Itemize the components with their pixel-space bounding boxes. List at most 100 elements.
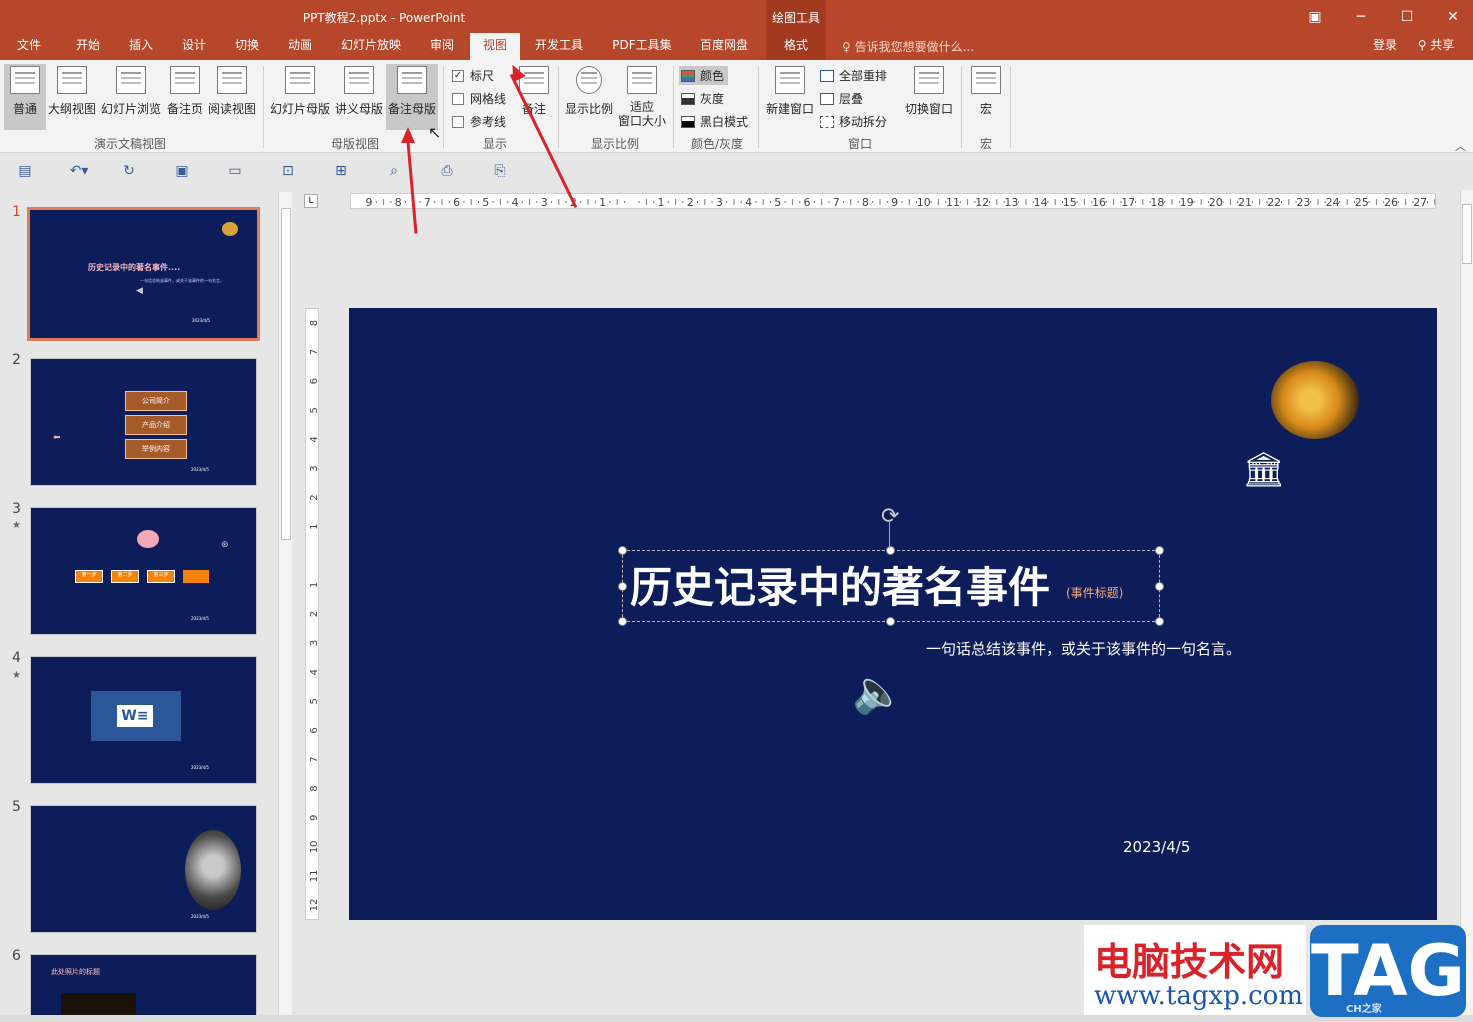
rotate-handle-icon[interactable]: ⟳: [881, 504, 899, 529]
magnifier-icon: [576, 66, 602, 94]
notes-master-button[interactable]: 备注母版: [386, 64, 438, 130]
ruler-tick-label: 6: [309, 378, 320, 384]
tell-me-search[interactable]: ♀ 告诉我您想要做什么...: [842, 38, 974, 55]
resize-handle[interactable]: [1155, 617, 1164, 626]
editor-scrollbar[interactable]: [1460, 190, 1473, 1015]
share-file-icon[interactable]: ⎘: [491, 163, 509, 179]
checkbox-icon: [452, 92, 464, 105]
group-separator: [758, 66, 759, 148]
share-button[interactable]: ⚲ 共享: [1410, 33, 1462, 60]
resize-handle[interactable]: [618, 582, 627, 591]
slide-thumbnail-6[interactable]: 此处照片的标题: [30, 954, 257, 1022]
slide-sorter-label: 幻灯片浏览: [100, 102, 161, 116]
resize-handle[interactable]: [618, 617, 627, 626]
from-beginning-icon[interactable]: ▣: [173, 163, 191, 179]
resize-handle[interactable]: [1155, 546, 1164, 555]
scrollbar-thumb[interactable]: [1462, 204, 1472, 264]
move-split-button[interactable]: 移动拆分: [820, 113, 887, 130]
column-icon[interactable]: 🏛: [1242, 450, 1285, 490]
guides-checkbox[interactable]: 参考线: [452, 113, 506, 130]
new-window-label: 新建窗口: [765, 102, 814, 116]
tab-slideshow[interactable]: 幻灯片放映: [331, 33, 411, 60]
print-icon[interactable]: ⎙: [438, 163, 456, 179]
tab-baidu-netdisk[interactable]: 百度网盘: [690, 33, 758, 60]
redo-icon[interactable]: ↻: [120, 163, 138, 179]
outline-view-label: 大纲视图: [47, 102, 96, 116]
cascade-button[interactable]: 层叠: [820, 90, 863, 107]
close-icon[interactable]: ✕: [1430, 0, 1473, 33]
tab-view[interactable]: 视图: [470, 33, 520, 60]
save-icon[interactable]: ▤: [16, 163, 34, 179]
vertical-ruler[interactable]: 8 7 6 5 4 3 2 1 1 2 3 4 5 6 7 8 9 10 11 12: [305, 308, 320, 920]
maximize-icon[interactable]: ☐: [1384, 0, 1430, 33]
notes-page-button[interactable]: 备注页: [165, 64, 205, 130]
speaker-icon[interactable]: 🔈: [852, 670, 904, 714]
thumbnails-scrollbar[interactable]: [278, 192, 292, 1018]
leaf-image[interactable]: [1271, 361, 1359, 439]
reading-view-button[interactable]: 阅读视图: [206, 64, 258, 130]
arrange-all-button[interactable]: 全部重排: [820, 67, 887, 84]
ruler-tick-label: 6: [309, 727, 320, 733]
resize-handle[interactable]: [1155, 582, 1164, 591]
slide-subtitle[interactable]: 一句话总结该事件，或关于该事件的一句名言。: [926, 638, 1241, 659]
tab-animations[interactable]: 动画: [276, 33, 324, 60]
normal-view-button[interactable]: 普通: [4, 64, 46, 130]
slide-sorter-button[interactable]: 幻灯片浏览: [99, 64, 163, 130]
resize-handle[interactable]: [886, 617, 895, 626]
ruler-checkbox[interactable]: ✓ 标尺: [452, 67, 494, 84]
scrollbar-thumb[interactable]: [281, 208, 291, 540]
tab-transitions[interactable]: 切换: [223, 33, 271, 60]
resize-handle[interactable]: [618, 546, 627, 555]
slide-date[interactable]: 2023/4/5: [1123, 838, 1190, 856]
outline-view-button[interactable]: 大纲视图: [47, 64, 97, 130]
handout-master-button[interactable]: 讲义母版: [333, 64, 385, 130]
find-icon[interactable]: ⌕: [385, 163, 403, 179]
macros-button[interactable]: 宏: [966, 64, 1006, 130]
minimize-icon[interactable]: ─: [1338, 0, 1384, 33]
slide-thumbnail-4[interactable]: W≡ 2023/4/5: [30, 656, 257, 784]
zoom-button[interactable]: 显示比例: [562, 64, 616, 130]
horizontal-ruler[interactable]: 9876543211234567891011121314151617181920…: [350, 193, 1443, 209]
present-icon[interactable]: ⊞: [332, 163, 350, 179]
thumb-number: 2: [12, 352, 21, 368]
thumb-title: 此处照片的标题: [51, 968, 100, 976]
tab-file[interactable]: 文件: [6, 33, 52, 60]
fit-window-icon: [627, 66, 657, 94]
tab-review[interactable]: 审阅: [418, 33, 466, 60]
tab-design[interactable]: 设计: [170, 33, 218, 60]
black-white-button[interactable]: 黑白模式: [681, 113, 748, 130]
slide-title[interactable]: 历史记录中的著名事件: [630, 554, 1050, 615]
tab-stop-selector[interactable]: L: [304, 194, 318, 208]
new-window-button[interactable]: 新建窗口: [763, 64, 817, 130]
ruler-tick-label: 6: [453, 196, 460, 209]
grayscale-button[interactable]: 灰度: [681, 90, 724, 107]
switch-window-button[interactable]: 切换窗口: [902, 64, 956, 130]
group-label-zoom: 显示比例: [590, 137, 639, 151]
gridlines-checkbox[interactable]: 网格线: [452, 90, 506, 107]
notes-icon: [519, 66, 549, 94]
tag-logo: TAG CH之家: [1310, 925, 1466, 1017]
ruler-ticks: 9876543211234567891011121314151617181920…: [366, 196, 1443, 209]
slide-master-button[interactable]: 幻灯片母版: [268, 64, 332, 130]
slide-thumbnail-5[interactable]: 2023/4/5: [30, 805, 257, 933]
group-label-color: 颜色/灰度: [690, 137, 744, 151]
ruler-tick-label: 6: [804, 196, 811, 209]
slide-thumbnail-2[interactable]: 公司简介 产品介绍 举例内容 ⬅ 2023/4/5: [30, 358, 257, 486]
tab-home[interactable]: 开始: [64, 33, 112, 60]
mouse-cursor-icon: ↖: [428, 123, 442, 142]
tab-insert[interactable]: 插入: [117, 33, 165, 60]
print-preview-icon[interactable]: ⊡: [279, 163, 297, 179]
slide-thumbnail-3[interactable]: 第一步 第二步 第三步 ⊛ 2023/4/5: [30, 507, 257, 635]
tab-pdf-tools[interactable]: PDF工具集: [603, 33, 681, 60]
color-button[interactable]: 颜色: [679, 66, 729, 85]
ribbon-display-icon[interactable]: ▣: [1292, 0, 1338, 33]
fit-to-window-button[interactable]: 适应 窗口大小: [616, 64, 668, 130]
undo-icon[interactable]: ↶▾: [64, 163, 94, 179]
new-slide-icon[interactable]: ▭: [226, 163, 244, 179]
tab-developer[interactable]: 开发工具: [526, 33, 592, 60]
collapse-ribbon-icon[interactable]: ︿: [1455, 138, 1466, 154]
tab-format[interactable]: 格式: [766, 33, 826, 60]
slide-title-note[interactable]: (事件标题): [1066, 584, 1123, 601]
login-link[interactable]: 登录: [1366, 33, 1404, 60]
slide-thumbnail-1[interactable]: 历史记录中的著名事件.... 一句话总结该事件，或关于该事件的一句名言。 ◀ 2…: [27, 207, 260, 341]
